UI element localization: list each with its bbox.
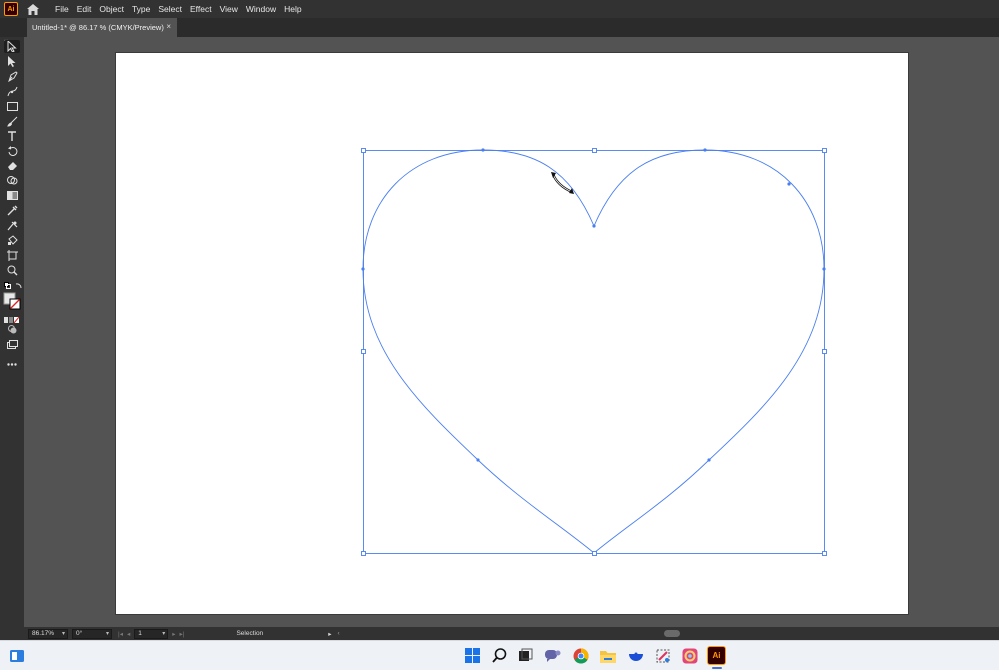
- last-artboard-icon[interactable]: ▸|: [179, 630, 184, 638]
- pen-tool-icon[interactable]: [4, 70, 20, 83]
- default-fill-stroke-icon[interactable]: [3, 279, 11, 292]
- status-text: Selection: [236, 630, 264, 637]
- gradient-tool-icon[interactable]: [4, 189, 20, 202]
- status-bar: 86.17% ▾ 0° ▾ |◂ ◂ 1 ▾ ▸ ▸| Selection ▸ …: [24, 627, 999, 640]
- document-tab-bar: Untitled-1* @ 86.17 % (CMYK/Preview) ×: [0, 18, 999, 37]
- menu-select[interactable]: Select: [154, 0, 186, 18]
- first-artboard-icon[interactable]: |◂: [118, 630, 123, 638]
- zoom-tool-icon[interactable]: [4, 264, 20, 277]
- more-tools-icon[interactable]: [4, 358, 20, 371]
- file-explorer-icon[interactable]: [598, 646, 617, 665]
- chevron-down-icon[interactable]: ▾: [62, 630, 65, 637]
- direct-selection-tool-icon[interactable]: [4, 55, 20, 68]
- shape-builder-tool-icon[interactable]: [4, 174, 20, 187]
- artboard[interactable]: [116, 53, 908, 614]
- start-menu-icon[interactable]: [463, 646, 482, 665]
- rectangle-tool-icon[interactable]: [4, 100, 20, 113]
- menu-effect[interactable]: Effect: [186, 0, 216, 18]
- menu-help[interactable]: Help: [280, 0, 305, 18]
- show-desktop-icon[interactable]: [7, 646, 26, 665]
- teams-chat-icon[interactable]: [543, 646, 562, 665]
- paintbrush-tool-icon[interactable]: [4, 115, 20, 128]
- snipping-tool-icon[interactable]: [653, 646, 672, 665]
- artboard-number-field[interactable]: 1 ▾: [134, 628, 169, 639]
- menu-view[interactable]: View: [216, 0, 242, 18]
- artboard-number-value: 1: [138, 630, 142, 637]
- close-tab-icon[interactable]: ×: [166, 22, 171, 31]
- active-app-indicator: [712, 667, 722, 669]
- chevron-down-icon[interactable]: ▾: [106, 630, 109, 637]
- illustrator-logo: Ai: [4, 2, 18, 16]
- status-menu-arrow-icon[interactable]: ▸: [328, 630, 331, 638]
- live-paint-bucket-icon[interactable]: [4, 234, 20, 247]
- canvas-area[interactable]: [24, 37, 999, 627]
- menu-type[interactable]: Type: [128, 0, 154, 18]
- fill-stroke-swatches[interactable]: [3, 292, 21, 310]
- menu-edit[interactable]: Edit: [73, 0, 96, 18]
- taskbar: Ai: [0, 640, 999, 670]
- document-tab[interactable]: Untitled-1* @ 86.17 % (CMYK/Preview) ×: [27, 18, 177, 37]
- selection-tool-icon[interactable]: [4, 40, 20, 53]
- previous-artboard-icon[interactable]: ◂: [127, 630, 130, 638]
- type-tool-icon[interactable]: [4, 130, 20, 143]
- task-view-icon[interactable]: [516, 646, 535, 665]
- tools-panel: ••: [0, 37, 24, 640]
- blend-tool-icon[interactable]: [4, 219, 20, 232]
- rotate-view-field[interactable]: 0° ▾: [72, 628, 112, 639]
- menu-window[interactable]: Window: [242, 0, 280, 18]
- photos-icon[interactable]: [680, 646, 699, 665]
- menu-bar: Ai File Edit Object Type Select Effect V…: [0, 0, 999, 18]
- scroll-left-icon[interactable]: ‹: [337, 630, 339, 637]
- eraser-tool-icon[interactable]: [4, 159, 20, 172]
- artboard-tool-icon[interactable]: [4, 249, 20, 262]
- chevron-down-icon[interactable]: ▾: [162, 630, 165, 637]
- menu-object[interactable]: Object: [95, 0, 128, 18]
- zoom-level-value: 86.17%: [32, 630, 55, 637]
- eyedropper-tool-icon[interactable]: [4, 204, 20, 217]
- horizontal-scrollbar-thumb[interactable]: [664, 630, 680, 637]
- illustrator-taskbar-label: Ai: [712, 651, 721, 660]
- illustrator-taskbar-icon[interactable]: Ai: [707, 646, 726, 665]
- search-icon[interactable]: [490, 646, 509, 665]
- zoom-level-field[interactable]: 86.17% ▾: [28, 628, 68, 639]
- rotate-tool-icon[interactable]: [4, 145, 20, 158]
- next-artboard-icon[interactable]: ▸: [172, 630, 175, 638]
- rotate-view-value: 0°: [76, 630, 83, 637]
- document-tab-title: Untitled-1* @ 86.17 % (CMYK/Preview): [32, 23, 164, 32]
- screen-mode-icon[interactable]: [4, 338, 20, 351]
- chrome-icon[interactable]: [571, 646, 590, 665]
- swap-fill-stroke-icon[interactable]: [14, 279, 22, 292]
- menu-file[interactable]: File: [51, 0, 73, 18]
- home-icon[interactable]: [25, 1, 41, 17]
- drawing-mode-icon[interactable]: [4, 323, 20, 336]
- curvature-tool-icon[interactable]: [4, 85, 20, 98]
- app-icon[interactable]: [626, 646, 645, 665]
